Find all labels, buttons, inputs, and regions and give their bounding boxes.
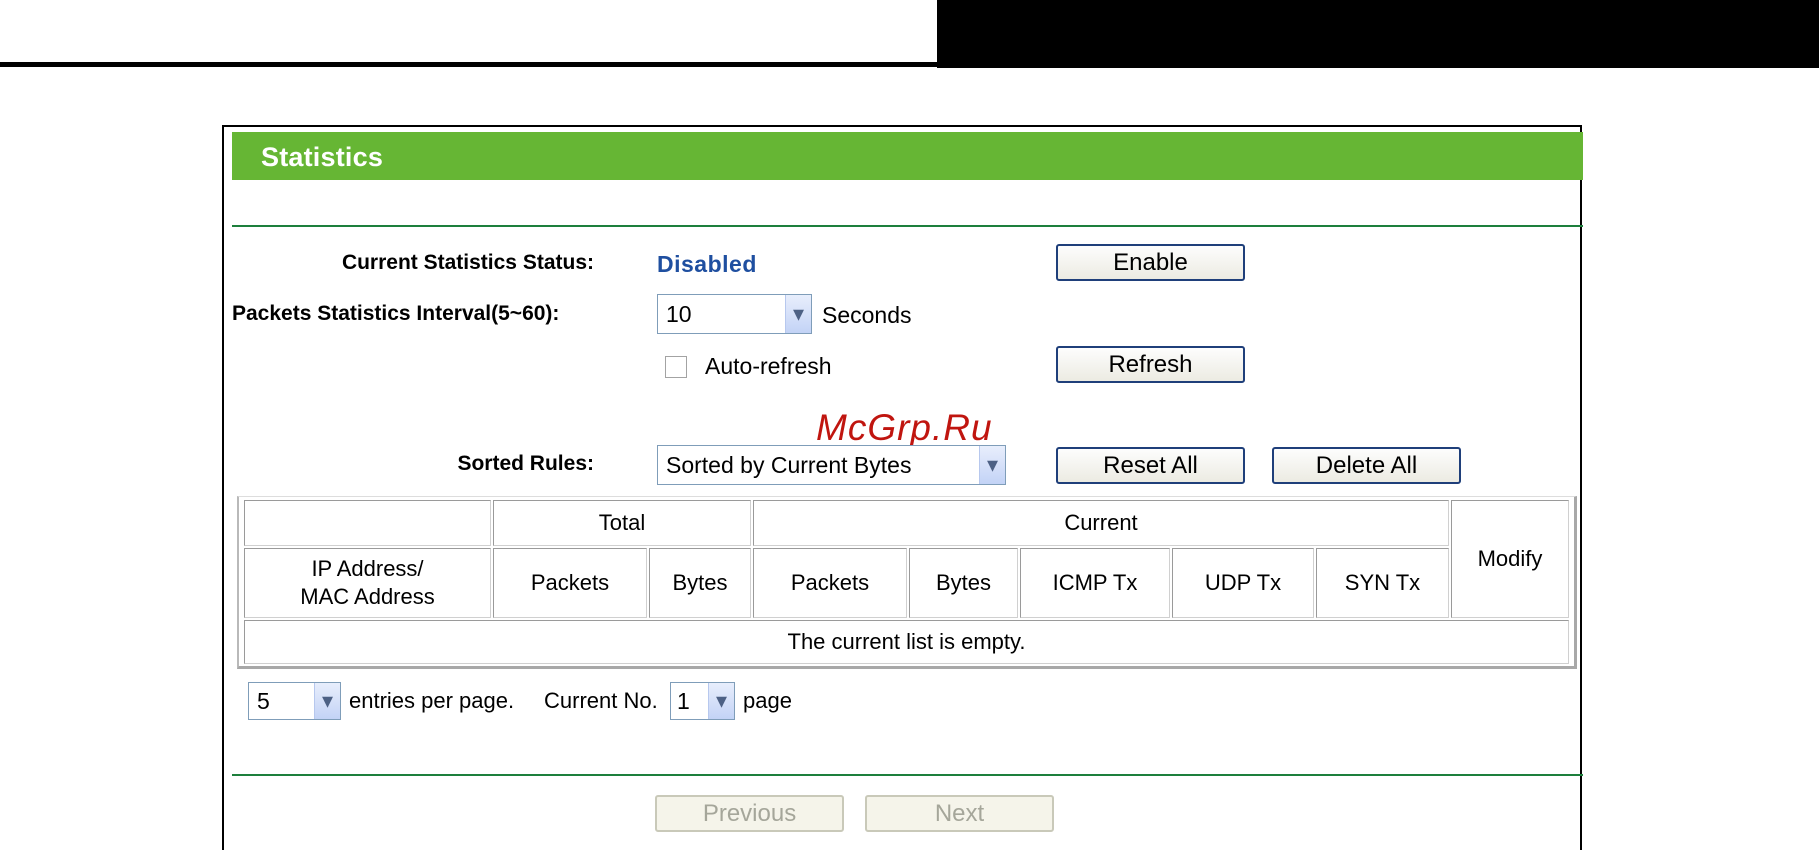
table-header-address-line1: IP Address/ xyxy=(311,556,424,581)
table-header-total-packets: Packets xyxy=(493,548,647,618)
bottom-divider xyxy=(232,774,1583,776)
top-rule-left xyxy=(0,62,940,67)
chevron-down-icon[interactable]: ▾ xyxy=(979,446,1005,484)
table-header-modify: Modify xyxy=(1451,500,1569,618)
table-header-icmp-tx: ICMP Tx xyxy=(1020,548,1170,618)
status-value: Disabled xyxy=(657,251,757,277)
current-page-select[interactable]: 1 ▾ xyxy=(670,682,735,720)
sorted-rules-select-value: Sorted by Current Bytes xyxy=(666,451,912,478)
statistics-table: Total Current Modify IP Address/ MAC Add… xyxy=(237,496,1577,669)
delete-all-button[interactable]: Delete All xyxy=(1272,447,1461,484)
panel-header: Statistics xyxy=(232,132,1583,180)
table-header-total-bytes: Bytes xyxy=(649,548,751,618)
previous-button[interactable]: Previous xyxy=(655,795,844,832)
refresh-button[interactable]: Refresh xyxy=(1056,346,1245,383)
table-header-current: Current xyxy=(753,500,1449,546)
reset-all-button[interactable]: Reset All xyxy=(1056,447,1245,484)
interval-select-value: 10 xyxy=(666,300,692,327)
page-title: Statistics xyxy=(261,142,384,172)
watermark-text: McGrp.Ru xyxy=(816,407,993,448)
current-page-value: 1 xyxy=(677,687,690,714)
chevron-down-icon[interactable]: ▾ xyxy=(708,683,734,719)
entries-per-page-select[interactable]: 5 ▾ xyxy=(248,682,341,720)
status-label: Current Statistics Status: xyxy=(341,251,594,274)
table-header-udp-tx: UDP Tx xyxy=(1172,548,1314,618)
table-header-syn-tx: SYN Tx xyxy=(1316,548,1449,618)
chevron-down-icon[interactable]: ▾ xyxy=(785,295,811,333)
top-black-banner xyxy=(937,0,1819,68)
table-header-address-line2: MAC Address xyxy=(300,584,435,609)
entries-per-page-value: 5 xyxy=(257,687,270,714)
current-no-label: Current No. xyxy=(544,688,658,713)
sorted-rules-label: Sorted Rules: xyxy=(457,452,594,475)
interval-select[interactable]: 10 ▾ xyxy=(657,294,812,334)
auto-refresh-checkbox[interactable] xyxy=(665,356,687,378)
entries-per-page-label: entries per page. xyxy=(349,688,515,713)
chevron-down-icon[interactable]: ▾ xyxy=(314,683,340,719)
sorted-rules-select[interactable]: Sorted by Current Bytes ▾ xyxy=(657,445,1006,485)
table-header-current-packets: Packets xyxy=(753,548,907,618)
auto-refresh-label: Auto-refresh xyxy=(705,353,832,379)
statistics-panel: Statistics Current Statistics Status: Di… xyxy=(222,125,1583,850)
table-header-blank xyxy=(244,500,491,546)
table-header-total: Total xyxy=(493,500,751,546)
page-label: page xyxy=(743,688,792,713)
interval-label: Packets Statistics Interval(5~60): xyxy=(232,302,560,325)
enable-button[interactable]: Enable xyxy=(1056,244,1245,281)
interval-unit: Seconds xyxy=(822,302,912,328)
next-button[interactable]: Next xyxy=(865,795,1054,832)
table-header-address: IP Address/ MAC Address xyxy=(244,548,491,618)
top-divider xyxy=(232,225,1583,227)
table-empty-message: The current list is empty. xyxy=(244,620,1569,664)
table-header-current-bytes: Bytes xyxy=(909,548,1018,618)
